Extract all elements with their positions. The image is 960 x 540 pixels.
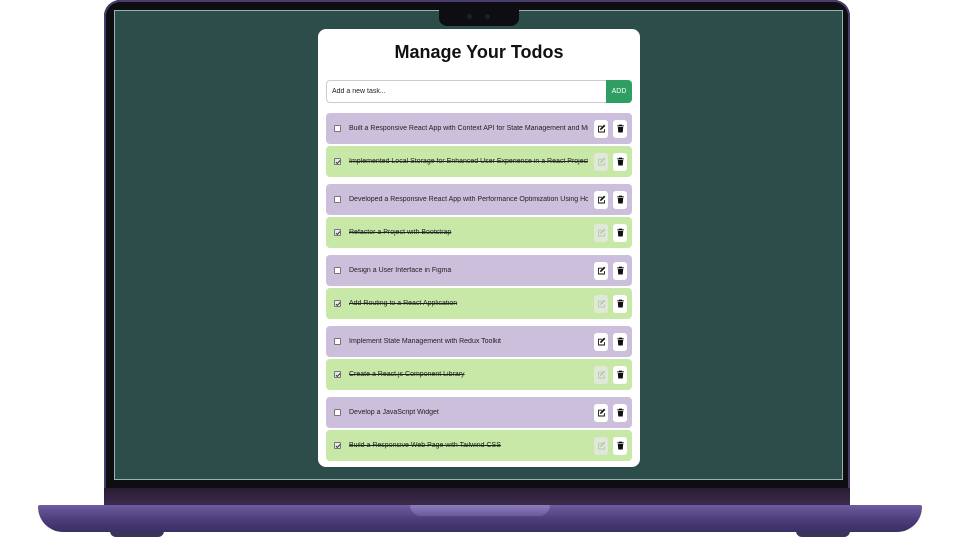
todo-text: Add Routing to a React Application (349, 300, 458, 307)
trash-icon (616, 299, 625, 308)
delete-button[interactable] (613, 332, 627, 351)
checkmark-icon (335, 230, 341, 236)
todo-item: Design a User Interface in Figma (326, 255, 632, 286)
todo-text: Design a User Interface in Figma (349, 267, 452, 274)
todo-checkbox[interactable] (334, 409, 341, 416)
todo-item-completed: Create a React.js Component Library (326, 359, 632, 390)
trash-icon (616, 408, 625, 417)
checkmark-icon (335, 301, 341, 307)
trash-icon (616, 266, 625, 275)
trash-icon (616, 157, 625, 166)
todo-text: Implement State Management with Redux To… (349, 338, 502, 345)
laptop-base-notch (410, 505, 550, 516)
todo-checkbox[interactable] (334, 371, 341, 378)
todo-item-completed: Build a Responsive Web Page with Tailwin… (326, 430, 632, 461)
todo-checkbox[interactable] (334, 196, 341, 203)
trash-icon (616, 370, 625, 379)
todo-item: Implement State Management with Redux To… (326, 326, 632, 357)
checkmark-icon (335, 443, 341, 449)
trash-icon (616, 228, 625, 237)
todo-checkbox[interactable] (334, 338, 341, 345)
todo-text: Refactor a Project with Bootstrap (349, 229, 452, 236)
add-task-form: ADD (326, 80, 632, 103)
todo-checkbox[interactable] (334, 300, 341, 307)
delete-button[interactable] (613, 403, 627, 422)
todo-checkbox[interactable] (334, 229, 341, 236)
edit-icon (597, 408, 606, 417)
todo-card: Manage Your Todos ADD Built a Responsive… (318, 29, 640, 467)
todo-item-completed: Add Routing to a React Application (326, 288, 632, 319)
edit-icon (597, 266, 606, 275)
todo-list: Built a Responsive React App with Contex… (326, 113, 632, 461)
todo-text: Create a React.js Component Library (349, 371, 465, 378)
todo-text: Develop a JavaScript Widget (349, 409, 439, 416)
edit-icon (597, 195, 606, 204)
laptop-foot-left (110, 531, 164, 537)
edit-icon (597, 124, 606, 133)
edit-button[interactable] (594, 365, 608, 384)
todo-checkbox[interactable] (334, 125, 341, 132)
delete-button[interactable] (613, 152, 627, 171)
delete-button[interactable] (613, 294, 627, 313)
todo-item: Built a Responsive React App with Contex… (326, 113, 632, 144)
edit-button[interactable] (594, 436, 608, 455)
camera-dot (467, 14, 472, 19)
edit-icon (597, 157, 606, 166)
todo-item-completed: Refactor a Project with Bootstrap (326, 217, 632, 248)
edit-icon (597, 441, 606, 450)
edit-icon (597, 228, 606, 237)
edit-icon (597, 370, 606, 379)
delete-button[interactable] (613, 119, 627, 138)
todo-checkbox[interactable] (334, 158, 341, 165)
laptop-hinge (104, 488, 850, 505)
delete-button[interactable] (613, 365, 627, 384)
edit-button[interactable] (594, 261, 608, 280)
checkmark-icon (335, 159, 341, 165)
trash-icon (616, 124, 625, 133)
todo-text: Developed a Responsive React App with Pe… (349, 196, 588, 203)
todo-checkbox[interactable] (334, 442, 341, 449)
todo-checkbox[interactable] (334, 267, 341, 274)
todo-text: Build a Responsive Web Page with Tailwin… (349, 442, 501, 449)
add-task-button[interactable]: ADD (606, 80, 632, 103)
todo-text: Built a Responsive React App with Contex… (349, 125, 588, 132)
checkmark-icon (335, 372, 341, 378)
edit-button[interactable] (594, 190, 608, 209)
laptop-foot-right (796, 531, 850, 537)
delete-button[interactable] (613, 223, 627, 242)
delete-button[interactable] (613, 261, 627, 280)
delete-button[interactable] (613, 190, 627, 209)
edit-button[interactable] (594, 294, 608, 313)
edit-icon (597, 337, 606, 346)
page-title: Manage Your Todos (394, 42, 564, 62)
trash-icon (616, 441, 625, 450)
trash-icon (616, 337, 625, 346)
new-task-input[interactable] (326, 80, 606, 103)
edit-button[interactable] (594, 332, 608, 351)
todo-text: Implemented Local Storage for Enhanced U… (349, 158, 588, 165)
delete-button[interactable] (613, 436, 627, 455)
trash-icon (616, 195, 625, 204)
sensor-dot (485, 14, 490, 19)
camera-notch (439, 8, 519, 26)
edit-button[interactable] (594, 403, 608, 422)
edit-button[interactable] (594, 223, 608, 242)
todo-item: Develop a JavaScript Widget (326, 397, 632, 428)
edit-button[interactable] (594, 119, 608, 138)
edit-icon (597, 299, 606, 308)
todo-item: Developed a Responsive React App with Pe… (326, 184, 632, 215)
edit-button[interactable] (594, 152, 608, 171)
todo-item-completed: Implemented Local Storage for Enhanced U… (326, 146, 632, 177)
